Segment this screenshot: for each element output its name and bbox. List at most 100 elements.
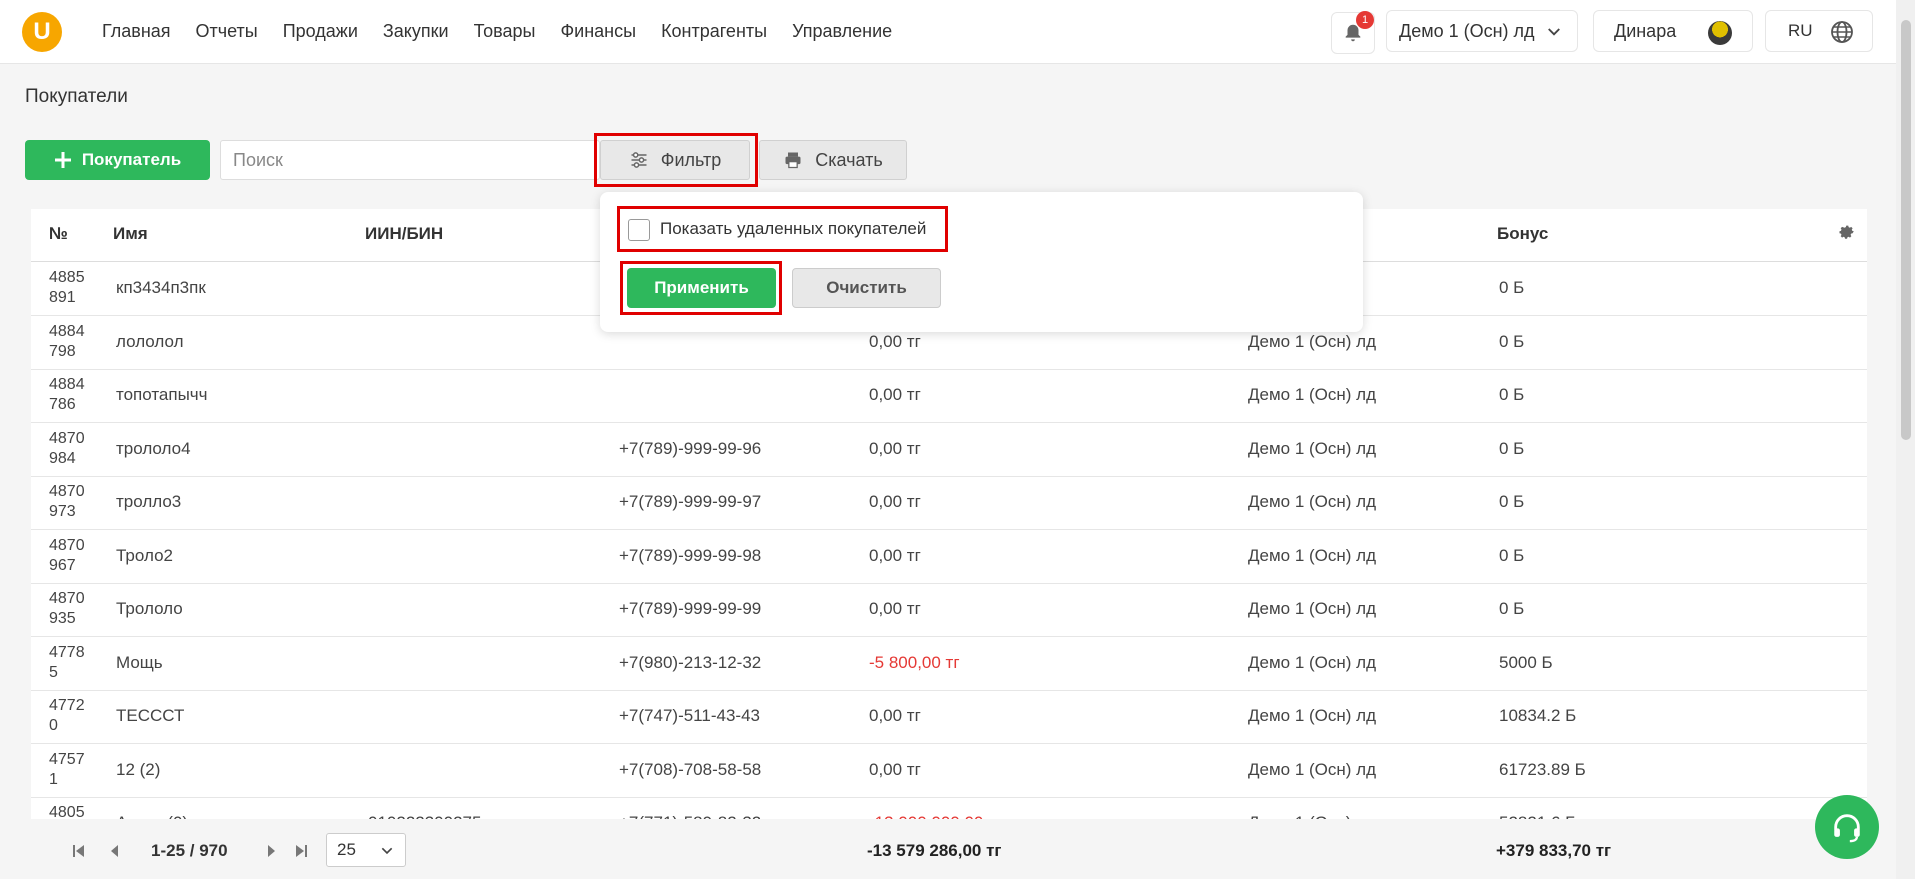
nav-item-reports[interactable]: Отчеты [196,21,258,42]
customer-balance: 0,00 тг [869,599,921,618]
customer-bonus: 0 Б [1499,385,1525,404]
customer-bonus: 5000 Б [1499,652,1553,672]
chevron-down-icon [381,847,393,855]
download-button[interactable]: Скачать [759,140,907,180]
download-button-label: Скачать [815,149,883,170]
table-row[interactable]: 4870 935 Трололо +7(789)-999-99-99 0,00 тг Д… [31,583,1867,637]
customer-bonus: 10834.2 Б [1499,706,1577,725]
customer-id: 4870 984 [49,429,85,467]
customer-phone: +7(980)-213-12-32 [619,652,762,672]
nav-item-home[interactable]: Главная [102,21,171,42]
customer-bonus: 61723.89 Б [1499,759,1586,779]
customer-name: Мощь [116,652,163,672]
store-select-value: Демо 1 (Осн) лд [1399,20,1535,41]
table-footer: 1-25 / 970 25 -13 579 286,00 тг +379 833… [31,819,1867,879]
first-page-icon[interactable] [71,843,87,859]
headset-icon [1834,814,1860,843]
customer-bonus: 0 Б [1499,278,1525,297]
customer-name: кп3434п3пк [116,278,206,297]
customer-phone: +7(747)-511-43-43 [619,706,760,725]
customer-name: 12 (2) [116,759,161,779]
next-page-icon[interactable] [263,843,279,859]
customer-balance: -5 800,00 тг [869,652,960,672]
customer-store: Демо 1 (Осн) лд [1248,599,1377,618]
customer-id: 4757 1 [49,750,85,788]
table-row[interactable]: 4805Аскар (0)010222300275+7(771)-589-82-… [31,797,1867,819]
customer-name: ТЕСССТ [116,706,185,725]
user-menu[interactable]: Динара [1593,10,1753,52]
nav-item-products[interactable]: Товары [474,21,536,42]
customer-name: топотапычч [116,385,208,404]
notifications-badge: 1 [1356,11,1374,29]
logo[interactable]: U [22,12,62,52]
avatar [1708,21,1732,45]
add-customer-button[interactable]: Покупатель [25,140,210,180]
customer-name: Трололо [116,599,183,618]
scrollbar-thumb[interactable] [1901,20,1911,440]
customer-id: 4772 0 [49,697,85,734]
nav-item-sales[interactable]: Продажи [283,21,358,42]
customer-balance: 0,00 тг [869,385,921,404]
customer-id: 4805 [49,804,85,819]
customer-id: 4870 935 [49,590,85,627]
customer-store: Демо 1 (Осн) лд [1248,706,1377,725]
nav-item-purchases[interactable]: Закупки [383,21,449,42]
table-row[interactable]: 4778 5 Мощь +7(980)-213-12-32 -5 800,00 тг Д… [31,637,1867,691]
column-header-iin[interactable]: ИИН/БИН [365,224,443,244]
highlight-apply [620,261,782,315]
page-scrollbar[interactable] [1896,0,1915,879]
total-bonus: +379 833,70 тг [1496,841,1612,860]
total-balance: -13 579 286,00 тг [867,841,1002,860]
customer-store: Демо 1 (Осн) лд [1248,331,1377,351]
support-chat-button[interactable] [1815,795,1879,859]
customer-name: лололол [116,331,184,351]
column-header-number[interactable]: № [49,224,68,244]
customer-store: Демо 1 (Осн) лд [1248,545,1377,565]
table-row[interactable]: 4870 984 трололо4 +7(789)-999-99-96 0,00 тг… [31,423,1867,477]
highlight-show-deleted [617,206,948,252]
customer-name: тролло3 [116,492,182,511]
customer-balance: 0,00 тг [869,331,921,351]
customer-id: 4884 786 [49,376,85,413]
customer-store: Демо 1 (Осн) лд [1248,652,1377,672]
add-customer-label: Покупатель [81,150,182,169]
customer-id: 4778 5 [49,643,85,681]
customer-bonus: 0 Б [1499,545,1525,565]
customer-balance: 0,00 тг [869,759,921,779]
customer-name: трололо4 [116,438,191,458]
customer-store: Демо 1 (Осн) лд [1248,759,1377,779]
nav-item-contractors[interactable]: Контрагенты [661,21,767,42]
nav-item-management[interactable]: Управление [792,21,892,42]
customer-bonus: 0 Б [1499,331,1525,351]
customer-balance: 0,00 тг [869,706,921,725]
nav-item-finance[interactable]: Финансы [560,21,636,42]
last-page-icon[interactable] [293,843,309,859]
customer-store: Демо 1 (Осн) лд [1248,438,1377,458]
table-row[interactable]: 4870 973 тролло3 +7(789)-999-99-97 0,00 тг Д… [31,476,1867,530]
customer-id: 4870 967 [49,536,85,574]
customer-balance: 0,00 тг [869,492,921,511]
notifications-button[interactable]: 1 [1331,11,1375,54]
customer-name: Троло2 [116,545,173,565]
column-header-name[interactable]: Имя [113,224,148,244]
gear-icon[interactable] [1837,222,1857,242]
chevron-down-icon [1548,28,1560,36]
customer-id: 4885 891 [49,269,85,306]
prev-page-icon[interactable] [107,843,123,859]
customer-balance: 0,00 тг [869,545,921,565]
table-row[interactable]: 4884 786 топотапычч 0,00 тг Демо 1 (Осн) лд… [31,369,1867,423]
globe-icon [1831,21,1853,43]
page-size-select[interactable]: 25 [326,833,406,867]
search-input[interactable] [220,140,600,180]
customer-bonus: 0 Б [1499,599,1525,618]
table-row[interactable]: 4772 0 ТЕСССТ +7(747)-511-43-43 0,00 тг Демо… [31,690,1867,744]
customer-id: 4870 973 [49,483,85,520]
table-row[interactable]: 4757 1 12 (2) +7(708)-708-58-58 0,00 тг Демо… [31,744,1867,798]
column-header-bonus[interactable]: Бонус [1497,224,1548,244]
table-row[interactable]: 4870 967 Троло2 +7(789)-999-99-98 0,00 тг Де… [31,530,1867,584]
clear-button[interactable]: Очистить [792,268,941,308]
language-select[interactable]: RU [1765,10,1873,52]
customer-store: Демо 1 (Осн) лд [1248,385,1377,404]
page-title: Покупатели [25,86,128,107]
store-select[interactable]: Демо 1 (Осн) лд [1386,10,1578,52]
